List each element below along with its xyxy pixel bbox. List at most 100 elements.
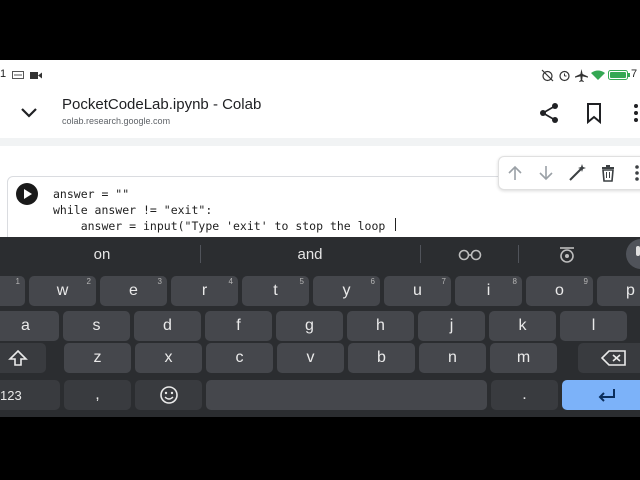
- key-number-hint: 6: [370, 277, 375, 286]
- suggestion-item[interactable]: and: [268, 246, 352, 263]
- more-options-button[interactable]: [626, 100, 640, 126]
- suggestion-divider: [200, 245, 201, 263]
- key-label: k: [518, 317, 527, 334]
- key-t[interactable]: t5: [242, 276, 309, 306]
- shift-icon: [8, 349, 28, 366]
- battery-percent: 7: [631, 68, 638, 80]
- key-number-hint: 9: [583, 277, 588, 286]
- trash-icon: [602, 165, 614, 182]
- bookmark-icon: [587, 103, 601, 125]
- key-x[interactable]: x: [135, 343, 202, 373]
- suggestion-bar: on and: [0, 237, 640, 272]
- airplane-mode-icon: [574, 68, 588, 82]
- key-label: h: [376, 317, 385, 334]
- bookmark-button[interactable]: [581, 100, 607, 126]
- share-button[interactable]: [537, 100, 563, 126]
- key-r[interactable]: r4: [171, 276, 238, 306]
- page-title: PocketCodeLab.ipynb - Colab: [62, 96, 262, 113]
- emoji-key[interactable]: [135, 380, 202, 410]
- run-cell-button[interactable]: [16, 183, 38, 205]
- key-label: e: [129, 282, 138, 299]
- key-label: r: [201, 282, 208, 299]
- enter-key[interactable]: [562, 380, 640, 410]
- key-number-hint: 3: [157, 277, 162, 286]
- symbols-key[interactable]: 123: [0, 380, 60, 410]
- key-label: z: [93, 349, 102, 366]
- period-key[interactable]: .: [491, 380, 558, 410]
- key-number-hint: 8: [512, 277, 517, 286]
- key-n[interactable]: n: [419, 343, 486, 373]
- key-label: s: [92, 317, 101, 334]
- key-label: f: [236, 317, 241, 334]
- key-s[interactable]: s: [63, 311, 130, 341]
- key-partial[interactable]: 1: [0, 276, 25, 306]
- key-label: t: [273, 282, 278, 299]
- key-d[interactable]: d: [134, 311, 201, 341]
- key-label: m: [516, 349, 531, 366]
- key-label: j: [449, 317, 454, 334]
- notebook-toolbar: [0, 138, 640, 146]
- collapse-chevron-button[interactable]: [16, 100, 42, 126]
- key-number-hint: 7: [441, 277, 446, 286]
- app-bar: PocketCodeLab.ipynb - Colab colab.resear…: [0, 90, 640, 138]
- move-cell-up-button[interactable]: [505, 163, 525, 183]
- code-line: while answer != "exit":: [53, 203, 213, 217]
- key-g[interactable]: g: [276, 311, 343, 341]
- key-number-hint: 1: [15, 277, 20, 286]
- key-b[interactable]: b: [348, 343, 415, 373]
- wifi-icon: [591, 69, 605, 81]
- microphone-icon: [636, 246, 640, 256]
- key-i[interactable]: i8: [455, 276, 522, 306]
- glasses-icon: [458, 249, 482, 261]
- key-label: d: [163, 317, 172, 334]
- status-time: 1: [0, 68, 7, 80]
- key-l[interactable]: l: [560, 311, 627, 341]
- key-label: v: [306, 349, 315, 366]
- key-label: y: [342, 282, 351, 299]
- key-c[interactable]: c: [206, 343, 273, 373]
- key-label: n: [448, 349, 457, 366]
- key-e[interactable]: e3: [100, 276, 167, 306]
- enter-icon: [598, 389, 615, 402]
- key-label: u: [413, 282, 422, 299]
- key-label: c: [235, 349, 244, 366]
- shift-key[interactable]: [0, 343, 46, 373]
- key-f[interactable]: f: [205, 311, 272, 341]
- comma-key[interactable]: ,: [64, 380, 131, 410]
- backspace-key[interactable]: [578, 343, 640, 373]
- key-o[interactable]: o9: [526, 276, 593, 306]
- key-m[interactable]: m: [490, 343, 557, 373]
- status-bar: 1 7: [0, 60, 640, 90]
- suggestion-divider: [518, 245, 519, 263]
- key-p[interactable]: p: [597, 276, 640, 306]
- sticker-button[interactable]: [555, 245, 579, 265]
- key-label: p: [626, 282, 635, 299]
- key-v[interactable]: v: [277, 343, 344, 373]
- key-number-hint: 4: [228, 277, 233, 286]
- space-key[interactable]: [206, 380, 487, 410]
- ai-edit-button[interactable]: [567, 163, 587, 183]
- alarm-off-icon: [540, 69, 554, 81]
- phone-screen: 1 7 PocketCodeLab.ipynb - Colab colab.re…: [0, 60, 640, 417]
- page-url: colab.research.google.com: [62, 116, 171, 126]
- keyboard-status-icon: [12, 69, 24, 81]
- suggestion-item[interactable]: on: [60, 246, 144, 263]
- microphone-button[interactable]: [626, 239, 640, 269]
- key-k[interactable]: k: [489, 311, 556, 341]
- move-cell-down-button[interactable]: [536, 163, 556, 183]
- key-u[interactable]: u7: [384, 276, 451, 306]
- key-y[interactable]: y6: [313, 276, 380, 306]
- delete-cell-button[interactable]: [598, 163, 618, 183]
- cell-more-button[interactable]: [629, 163, 640, 183]
- key-j[interactable]: j: [418, 311, 485, 341]
- key-a[interactable]: a: [0, 311, 59, 341]
- key-h[interactable]: h: [347, 311, 414, 341]
- theme-button[interactable]: [458, 247, 482, 263]
- video-status-icon: [30, 69, 42, 81]
- code-editor[interactable]: answer = "" while answer != "exit": answe…: [53, 186, 397, 234]
- key-number-hint: 5: [299, 277, 304, 286]
- key-label: x: [164, 349, 173, 366]
- key-w[interactable]: w2: [29, 276, 96, 306]
- arrow-up-icon: [508, 165, 522, 180]
- key-z[interactable]: z: [64, 343, 131, 373]
